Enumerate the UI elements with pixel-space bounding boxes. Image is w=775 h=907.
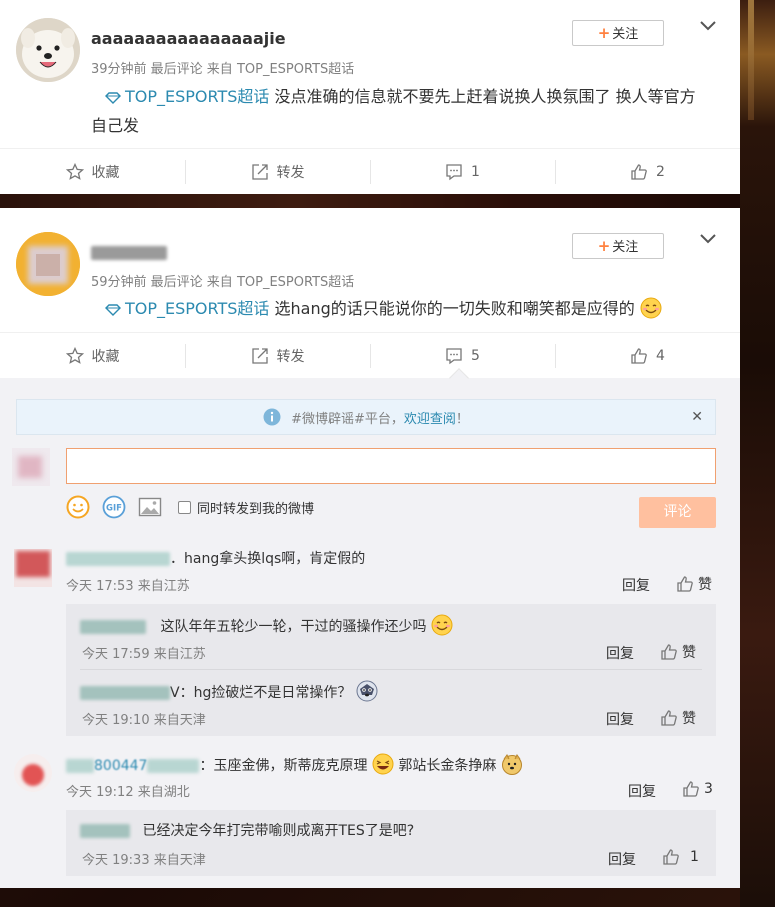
repost-button[interactable]: 转发 [185,149,370,194]
divider [80,669,702,670]
thumbs-up-icon [661,710,677,726]
post-meta: 59分钟前 最后评论 来自 TOP_ESPORTS超话 [91,275,355,290]
smile-emoji-icon [431,614,453,636]
info-icon [263,408,281,426]
comment-time: 今天 19:12 来自湖北 [66,785,190,800]
username[interactable] [91,242,167,261]
comment-button[interactable]: 1 [370,149,555,194]
close-icon[interactable]: ✕ [691,409,703,425]
submit-comment-button[interactable]: 评论 [639,497,716,528]
commenter-name[interactable] [66,552,170,566]
comment-text-line: ．hang拿头换lqs啊，肯定假的 [66,548,365,568]
replier-name[interactable] [80,824,130,838]
avatar [12,448,50,486]
reply-text-line: V：hg捡破烂不是日常操作？ [80,680,378,702]
comment-icon [446,347,462,364]
comment-text-line: 800447 ：玉座金佛，斯蒂庞克原理 郭站长金条挣麻 [66,753,523,775]
thumbs-up-icon [677,576,693,592]
notice-link[interactable]: 欢迎查阅 [404,408,456,427]
reply-time: 今天 19:10 来自天津 [82,713,206,728]
reply-time: 今天 17:59 来自江苏 [82,647,206,662]
favorite-button[interactable]: 收藏 [0,149,185,194]
star-icon [65,346,84,364]
composer-tools: GIF 同时转发到我的微博 [66,495,314,519]
post-content: TOP_ESPORTS超话 没点准确的信息就不要先上赶着说换人换氛围了 换人等官… [91,82,711,140]
commenter-name[interactable]: 800447 [66,758,200,774]
background-art [740,0,775,907]
reply-button[interactable]: 回复 [606,643,634,663]
follow-button[interactable]: + 关注 [572,20,664,46]
thumbs-up-icon [661,644,677,660]
avatar[interactable] [14,754,52,792]
replier-name[interactable] [80,620,146,634]
like-button[interactable]: 赞 [660,642,696,662]
star-icon [65,162,84,180]
reply-time: 今天 19:33 来自天津 [82,853,206,868]
comment-icon [446,163,462,180]
reply-button[interactable]: 回复 [622,575,650,595]
comment-input[interactable] [66,448,716,484]
reply-button[interactable]: 回复 [608,849,636,869]
replier-name[interactable] [80,686,170,700]
post-meta: 39分钟前 最后评论 来自 TOP_ESPORTS超话 [91,62,355,77]
share-icon [251,163,268,180]
chevron-down-icon[interactable] [698,229,718,249]
like-button[interactable]: 1 [662,848,699,866]
topic-link[interactable]: TOP_ESPORTS超话 [125,87,269,106]
comment-time: 今天 17:53 来自江苏 [66,579,190,594]
avatar[interactable] [16,18,80,82]
post-actions: 收藏 转发 5 4 [0,332,740,378]
svg-text:GIF: GIF [106,504,122,514]
thumbs-up-icon [631,347,647,364]
emoji-icon[interactable] [66,495,90,519]
laugh-emoji-icon [372,753,394,775]
favorite-button[interactable]: 收藏 [0,333,185,378]
reply-button[interactable]: 回复 [628,781,656,801]
plus-icon: + [597,24,611,42]
thumbs-up-icon [683,781,699,797]
avatar[interactable] [14,549,52,587]
like-button[interactable]: 赞 [660,708,696,728]
post-actions: 收藏 转发 1 2 [0,148,740,194]
post-text: 选hang的话只能说你的一切失败和嘲笑都是应得的 [269,299,635,318]
like-button[interactable]: 赞 [676,574,712,594]
repost-checkbox[interactable] [178,500,191,514]
post-card: aaaaaaaaaaaaaaaajie 39分钟前 最后评论 来自 TOP_ES… [0,0,740,194]
follow-button[interactable]: + 关注 [572,233,664,259]
reply-text-line: 这队年年五轮少一轮，干过的骚操作还少吗 [80,614,453,636]
thumbs-up-icon [631,163,647,180]
reply-button[interactable]: 回复 [606,709,634,729]
diamond-topic-icon [105,303,121,316]
post-content: TOP_ESPORTS超话 选hang的话只能说你的一切失败和嘲笑都是应得的 [91,294,711,323]
username[interactable]: aaaaaaaaaaaaaaaajie [91,29,286,48]
like-button[interactable]: 3 [682,780,713,798]
background-gap [0,194,740,208]
repost-checkbox-label: 同时转发到我的微博 [197,501,315,517]
gif-icon[interactable]: GIF [102,495,126,519]
repost-button[interactable]: 转发 [185,333,370,378]
doge-emoji-icon [501,754,522,775]
reply-text-line: 已经决定今年打完带喻则成离开TES了是吧? [80,820,414,840]
diamond-topic-icon [105,91,121,104]
topic-link[interactable]: TOP_ESPORTS超话 [125,299,269,318]
plus-icon: + [597,237,611,255]
image-icon[interactable] [138,496,162,518]
thumbs-up-icon [663,849,679,865]
post-card: 59分钟前 最后评论 来自 TOP_ESPORTS超话 + 关注 TOP_ESPO… [0,208,740,888]
rumor-notice: #微博辟谣#平台， 欢迎查阅！ ✕ [16,399,716,435]
like-button[interactable]: 4 [555,333,740,378]
avatar[interactable] [16,232,80,296]
share-icon [251,347,268,364]
smile-emoji-icon [640,297,662,319]
husky-emoji-icon [356,680,378,702]
chevron-down-icon[interactable] [698,16,718,36]
like-button[interactable]: 2 [555,149,740,194]
